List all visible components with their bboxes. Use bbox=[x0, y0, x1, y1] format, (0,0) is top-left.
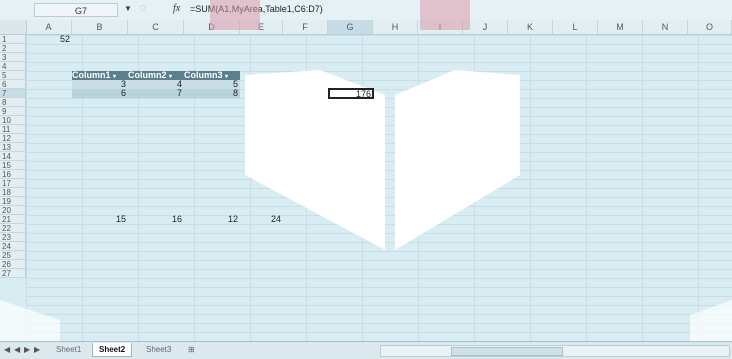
formula-bar: G7 ▼ ◌ fx =SUM(A1,MyArea,Table1,C6:D7) bbox=[0, 0, 732, 21]
row-header[interactable]: 17 bbox=[0, 179, 26, 188]
cell-c16[interactable]: 16 bbox=[128, 215, 182, 224]
sheet-tab-bar: ◀ ◀ ▶ ▶ Sheet1 Sheet2 Sheet3 ⊞ bbox=[0, 341, 732, 359]
table-header-column2[interactable]: Column2 ▾ bbox=[128, 71, 184, 80]
name-box[interactable]: G7 bbox=[34, 3, 118, 17]
column-header-e[interactable]: E bbox=[240, 20, 283, 34]
table-header-label: Column1 bbox=[72, 70, 111, 80]
row-header[interactable]: 23 bbox=[0, 233, 26, 242]
table-header-column1[interactable]: Column1 ▾ bbox=[72, 71, 128, 80]
active-cell-g7[interactable]: 176 bbox=[328, 88, 374, 99]
row-header[interactable]: 8 bbox=[0, 98, 26, 107]
tab-sheet1[interactable]: Sheet1 bbox=[50, 343, 87, 356]
row-header[interactable]: 7 bbox=[0, 89, 26, 98]
scrollbar-thumb[interactable] bbox=[451, 347, 563, 356]
row-header[interactable]: 21 bbox=[0, 215, 26, 224]
insert-sheet-icon[interactable]: ⊞ bbox=[182, 343, 201, 356]
cell-g7-value: 176 bbox=[355, 89, 371, 99]
column-headers: A B C D E F G H I J K L M N O bbox=[0, 20, 732, 35]
horizontal-scrollbar[interactable] bbox=[380, 345, 730, 357]
column-header-h[interactable]: H bbox=[373, 20, 418, 34]
row-header[interactable]: 16 bbox=[0, 170, 26, 179]
cell-b6[interactable]: 3 bbox=[72, 80, 126, 89]
row-header[interactable]: 2 bbox=[0, 44, 26, 53]
insert-function-button[interactable]: fx bbox=[173, 3, 180, 14]
cell-c6[interactable]: 4 bbox=[128, 80, 182, 89]
row-header[interactable]: 20 bbox=[0, 206, 26, 215]
tab-sheet3[interactable]: Sheet3 bbox=[140, 343, 177, 356]
column-header-i[interactable]: I bbox=[418, 20, 463, 34]
row-header[interactable]: 1 bbox=[0, 35, 26, 44]
row-header[interactable]: 13 bbox=[0, 143, 26, 152]
column-header-n[interactable]: N bbox=[643, 20, 688, 34]
cell-d6[interactable]: 5 bbox=[184, 80, 238, 89]
column-header-a[interactable]: A bbox=[26, 20, 72, 34]
prev-sheet-icon[interactable]: ◀ bbox=[14, 345, 20, 354]
column-header-l[interactable]: L bbox=[553, 20, 598, 34]
column-header-j[interactable]: J bbox=[463, 20, 508, 34]
column-header-d[interactable]: D bbox=[184, 20, 240, 34]
cell-b7[interactable]: 6 bbox=[72, 89, 126, 98]
column-header-g[interactable]: G bbox=[328, 20, 373, 34]
cell-c7[interactable]: 7 bbox=[128, 89, 182, 98]
cell-e16[interactable]: 24 bbox=[240, 215, 281, 224]
column-header-b[interactable]: B bbox=[72, 20, 128, 34]
row-header[interactable]: 12 bbox=[0, 134, 26, 143]
row-header[interactable]: 25 bbox=[0, 251, 26, 260]
row-header[interactable]: 14 bbox=[0, 152, 26, 161]
cell-b16[interactable]: 15 bbox=[72, 215, 126, 224]
row-header[interactable]: 4 bbox=[0, 62, 26, 71]
row-header[interactable]: 22 bbox=[0, 224, 26, 233]
column-header-f[interactable]: F bbox=[283, 20, 328, 34]
column-header-m[interactable]: M bbox=[598, 20, 643, 34]
column-header-k[interactable]: K bbox=[508, 20, 553, 34]
row-header[interactable]: 11 bbox=[0, 125, 26, 134]
row-header[interactable]: 3 bbox=[0, 53, 26, 62]
row-header[interactable]: 24 bbox=[0, 242, 26, 251]
last-sheet-icon[interactable]: ▶ bbox=[34, 345, 40, 354]
row-header[interactable]: 19 bbox=[0, 197, 26, 206]
column-header-o[interactable]: O bbox=[688, 20, 732, 34]
cell-a1[interactable]: 52 bbox=[26, 35, 70, 44]
first-sheet-icon[interactable]: ◀ bbox=[4, 345, 10, 354]
row-header[interactable]: 15 bbox=[0, 161, 26, 170]
cell-d16[interactable]: 12 bbox=[184, 215, 238, 224]
formula-input[interactable]: =SUM(A1,MyArea,Table1,C6:D7) bbox=[190, 4, 323, 14]
row-header[interactable]: 5 bbox=[0, 71, 26, 80]
table-header-column3[interactable]: Column3 ▾ bbox=[184, 71, 240, 80]
table-header-label: Column2 bbox=[128, 70, 167, 80]
select-all-button[interactable] bbox=[0, 20, 27, 34]
name-box-dropdown-icon[interactable]: ▼ bbox=[124, 4, 132, 13]
table-header-label: Column3 bbox=[184, 70, 223, 80]
cancel-icon[interactable]: ◌ bbox=[139, 2, 146, 14]
row-header[interactable]: 6 bbox=[0, 80, 26, 89]
cell-d7[interactable]: 8 bbox=[184, 89, 238, 98]
row-header[interactable]: 27 bbox=[0, 269, 26, 278]
row-header[interactable]: 26 bbox=[0, 260, 26, 269]
column-header-c[interactable]: C bbox=[128, 20, 184, 34]
row-header[interactable]: 10 bbox=[0, 116, 26, 125]
next-sheet-icon[interactable]: ▶ bbox=[24, 345, 30, 354]
tab-sheet2[interactable]: Sheet2 bbox=[92, 343, 133, 357]
row-header[interactable]: 18 bbox=[0, 188, 26, 197]
row-header[interactable]: 9 bbox=[0, 107, 26, 116]
